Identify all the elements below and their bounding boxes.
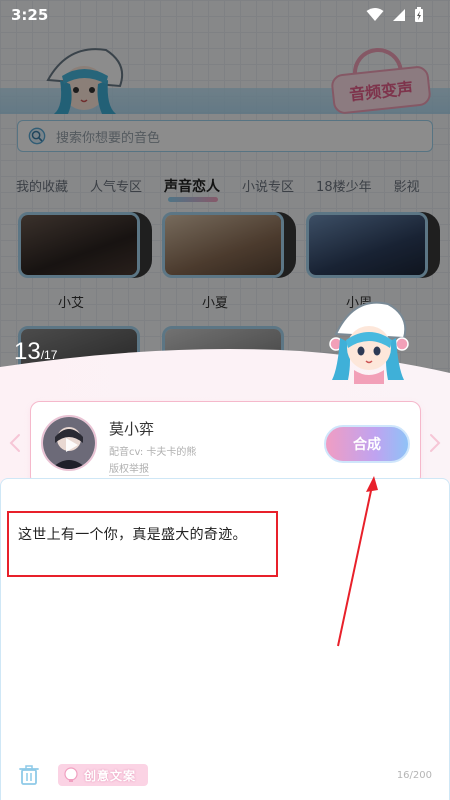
mascot-sheet-image: [329, 301, 409, 384]
voice-name: 莫小弈: [109, 420, 155, 438]
annotation-highlight-box: [7, 511, 278, 577]
status-icons: [366, 7, 424, 23]
counter-total: /17: [40, 348, 58, 362]
character-count: 16/200: [396, 770, 432, 781]
play-icon[interactable]: [65, 437, 79, 453]
battery-charging-icon: [415, 7, 423, 22]
synthesize-button[interactable]: 合成: [324, 425, 410, 463]
copyright-report-link[interactable]: 版权举报: [109, 460, 149, 476]
signal-icon: [393, 9, 405, 21]
voice-cv-credit: 配音cv: 卡夫卡的熊: [109, 447, 197, 458]
creative-copy-button[interactable]: 创意文案: [58, 764, 148, 786]
page-counter: 13/17: [14, 338, 57, 366]
counter-current: 13: [14, 338, 41, 365]
annotation-arrow: [337, 476, 378, 647]
wifi-icon: [366, 8, 384, 21]
creative-copy-label: 创意文案: [84, 768, 137, 783]
prev-arrow-icon[interactable]: [8, 432, 22, 454]
next-arrow-icon[interactable]: [428, 432, 442, 454]
voice-avatar[interactable]: [41, 415, 97, 471]
trash-icon[interactable]: [18, 764, 40, 786]
status-bar: 3:25: [0, 0, 450, 32]
status-time: 3:25: [11, 6, 49, 24]
lightbulb-icon: [64, 767, 78, 782]
